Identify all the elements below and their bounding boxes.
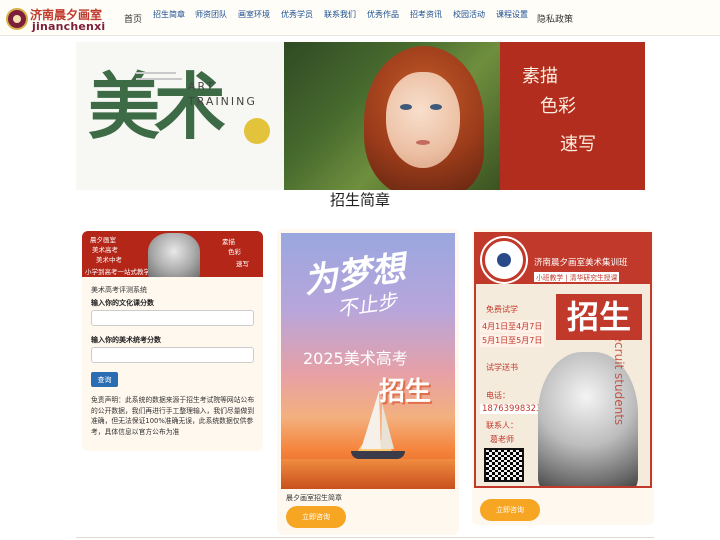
david-bust-image [148, 233, 200, 277]
consult-button[interactable]: 立即咨询 [480, 499, 540, 521]
poster-phone: 18763998323 [480, 404, 544, 414]
bottom-divider [76, 537, 654, 538]
banner-text: 美术高考 [92, 246, 118, 254]
nav-works[interactable]: 优秀作品 [367, 9, 399, 20]
card1-banner: 晨夕画室 美术高考 美术中考 小学到高考一站式教学 素描 色彩 速写 [82, 231, 263, 277]
nav-courses[interactable]: 课程设置 [496, 9, 528, 20]
nav-teachers[interactable]: 师资团队 [195, 9, 227, 20]
yellow-circle-icon [244, 118, 270, 144]
nav-students[interactable]: 优秀学员 [281, 9, 313, 20]
nav-enrollment[interactable]: 招生简章 [153, 9, 185, 20]
nav-privacy[interactable]: 隐私政策 [537, 12, 573, 25]
form-title: 美术高考评测系统 [91, 286, 147, 294]
poster-date: 5月1日至5月7日 [480, 334, 545, 347]
hero-banner-subjects: 素描 色彩 速写 [500, 42, 645, 190]
banner-text: 色彩 [228, 248, 241, 256]
disclaimer-text: 免责声明：此系统的数据来源于招生考试院等网站公布的公开数据，我们再进行手工整理输… [91, 396, 255, 436]
poster-contact-label: 联系人： [486, 421, 518, 430]
poster-training-image[interactable]: 济南晨夕画室美术集训班 小班教学 | 清华研究生授课 免费试学 4月1日至4月7… [474, 232, 652, 488]
sailboat-icon [381, 403, 394, 449]
logo-badge-icon [6, 8, 28, 30]
top-nav: 济南晨夕画室 jinanchenxi 首页 招生简章 师资团队 画室环境 优秀学… [0, 0, 720, 36]
poster-title: 济南晨夕画室美术集训班 [534, 258, 628, 268]
poster-trial-gift: 试学送书 [486, 363, 518, 372]
query-button[interactable]: 查询 [91, 372, 118, 387]
poster-date: 4月1日至4月7日 [480, 320, 545, 333]
poster-2025-image[interactable]: 为梦想 不止步 2025美术高考 招生 [281, 233, 455, 489]
sea-decoration [281, 459, 455, 489]
art-label-1: ART [188, 80, 216, 93]
logo-en-text: jinanchenxi [32, 20, 106, 33]
portrait-eye [400, 104, 412, 110]
hero-banner-art: 美术 ART TRAINING [76, 42, 284, 190]
poster-phone-label: 电话： [486, 391, 510, 400]
poster-teacher: 葛老师 [490, 435, 514, 444]
poster-subtitle: 小班教学 | 清华研究生授课 [534, 272, 620, 282]
poster-enroll-text: 招生 [556, 294, 642, 340]
banner-text: 晨夕画室 [90, 236, 116, 244]
score-evaluation-card: 晨夕画室 美术高考 美术中考 小学到高考一站式教学 素描 色彩 速写 美术高考评… [82, 231, 263, 451]
card2-caption[interactable]: 晨夕画室招生简章 [286, 493, 342, 503]
hero-banner-portrait [284, 42, 500, 190]
school-badge-icon [482, 238, 526, 282]
culture-score-label: 输入你的文化课分数 [91, 299, 154, 307]
culture-score-input[interactable] [91, 310, 254, 326]
nav-home[interactable]: 首页 [124, 12, 142, 25]
poster-year-text: 2025美术高考 [303, 349, 408, 368]
art-score-label: 输入你的美术统考分数 [91, 336, 161, 344]
nav-campus[interactable]: 校园活动 [453, 9, 485, 20]
banner-text: 素描 [222, 238, 235, 246]
banner-text: 速写 [236, 260, 249, 268]
enrollment-card-training: 济南晨夕画室美术集训班 小班教学 | 清华研究生授课 免费试学 4月1日至4月7… [472, 229, 654, 525]
subject-color: 色彩 [540, 96, 576, 117]
consult-button[interactable]: 立即咨询 [286, 506, 346, 528]
sailboat-icon [361, 391, 381, 449]
art-label-2: TRAINING [188, 95, 257, 108]
site-logo[interactable]: 济南晨夕画室 jinanchenxi [6, 6, 116, 34]
poster-free-trial: 免费试学 [486, 305, 518, 314]
enrollment-card-2025: 为梦想 不止步 2025美术高考 招生 晨夕画室招生简章 立即咨询 [277, 229, 459, 535]
poster-recruit-text: recruit students [612, 330, 626, 426]
subject-sketch: 素描 [522, 66, 558, 87]
banner-text: 美术中考 [96, 256, 122, 264]
nav-news[interactable]: 招考资讯 [410, 9, 442, 20]
art-decor-line [136, 78, 182, 80]
portrait-face [386, 72, 460, 168]
subject-quick-sketch: 速写 [560, 134, 596, 155]
boat-hull [351, 451, 405, 459]
qr-code-icon [484, 448, 524, 482]
nav-studio[interactable]: 画室环境 [238, 9, 270, 20]
art-decor-line [136, 72, 176, 74]
art-score-input[interactable] [91, 347, 254, 363]
nav-contact[interactable]: 联系我们 [324, 9, 356, 20]
portrait-eye [430, 104, 442, 110]
banner-text: 小学到高考一站式教学 [85, 268, 150, 276]
portrait-mouth [416, 140, 430, 145]
section-title: 招生简章 [329, 191, 390, 209]
